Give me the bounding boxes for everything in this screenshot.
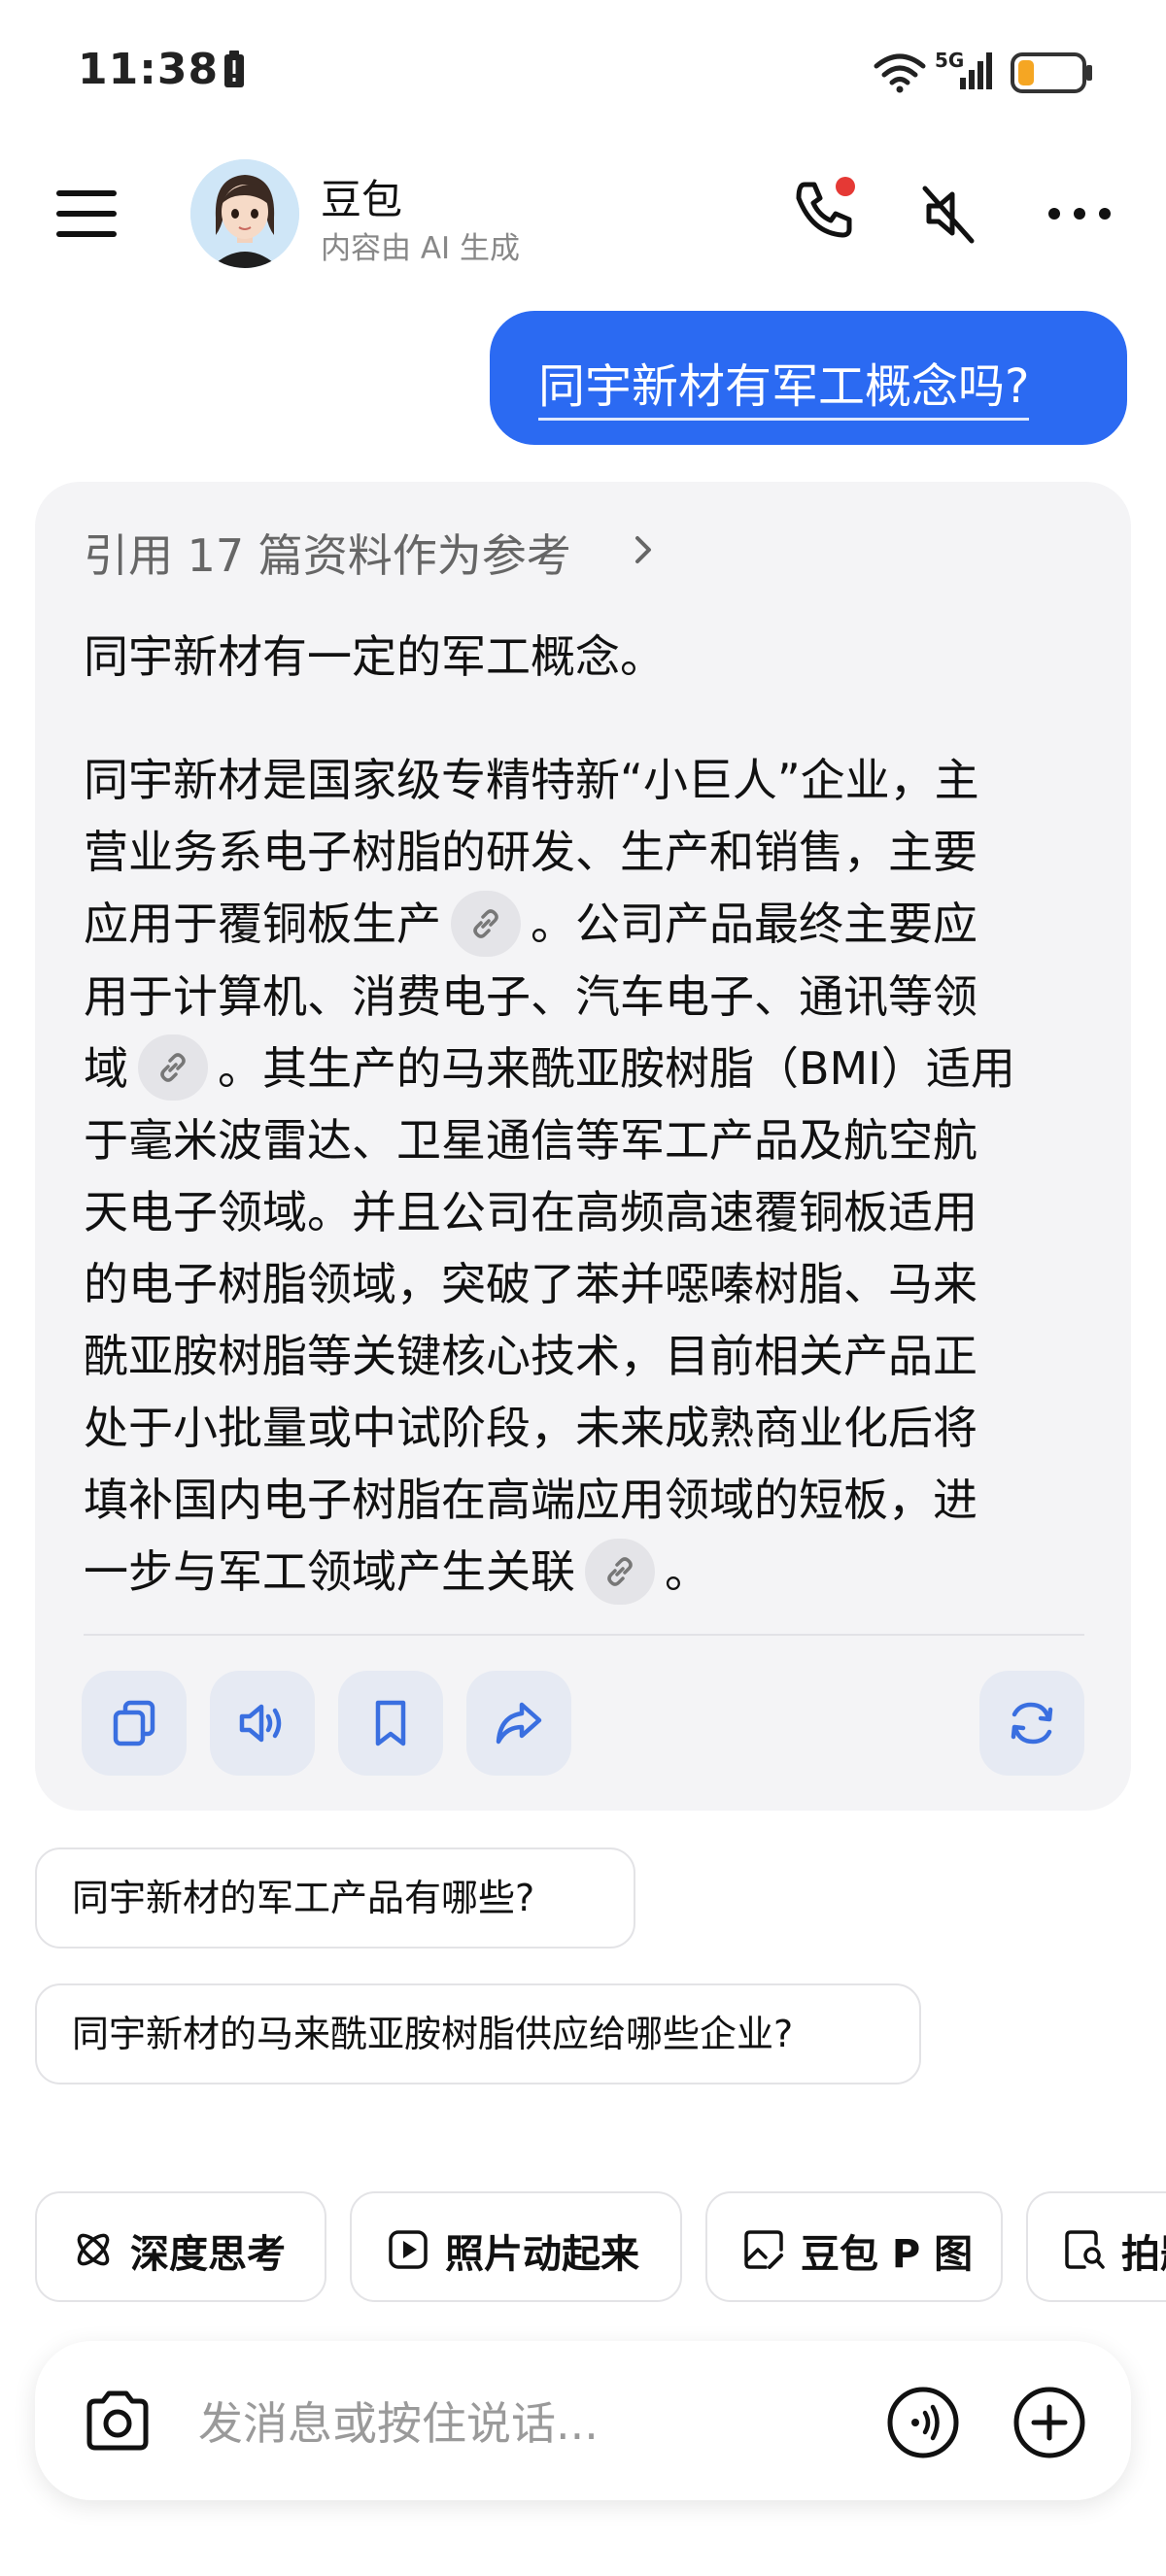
camera-button[interactable] (82, 2388, 154, 2456)
share-button[interactable] (466, 1671, 571, 1776)
refresh-icon (1011, 1702, 1053, 1745)
avatar[interactable] (190, 159, 299, 268)
suggestion-chip[interactable]: 同宇新材的军工产品有哪些? (35, 1847, 635, 1949)
answer-line: 一步与军工领域产生关联。 (84, 1536, 1094, 1609)
answer-divider (84, 1634, 1084, 1636)
image-edit-icon (744, 2230, 783, 2269)
add-attachment-button[interactable] (1012, 2386, 1086, 2459)
speaker-muted-icon (922, 186, 975, 244)
speaker-icon (239, 1704, 282, 1743)
status-time: 11:38 (78, 45, 220, 94)
answer-line: 处于小批量或中试阶段，未来成熟商业化后将 (84, 1402, 977, 1454)
references-link[interactable]: 引用 17 篇资料作为参考 (84, 521, 571, 585)
link-icon (160, 1053, 186, 1082)
answer-line: 用于计算机、消费电子、汽车电子、通讯等领 (84, 969, 977, 1023)
tool-label: 深度思考 (130, 2232, 286, 2277)
mute-button[interactable] (913, 179, 983, 249)
tool-animate-photo[interactable]: 照片动起来 (350, 2191, 682, 2302)
share-icon (496, 1702, 542, 1745)
answer-line: 应用于覆铜板生产 。公司产品最终主要应 (84, 888, 1094, 961)
copy-icon (113, 1700, 155, 1746)
tool-deep-think[interactable]: 深度思考 (35, 2191, 326, 2302)
tool-photo-question[interactable]: 拍题答疑 (1026, 2191, 1166, 2302)
voice-wave-icon (887, 2387, 959, 2458)
answer-line: 天电子领域。并且公司在高频高速覆铜板适用 (84, 1186, 977, 1238)
wifi-icon (874, 53, 926, 93)
answer-line: 于毫米波雷达、卫星通信等军工产品及航空航 (84, 1114, 977, 1167)
tool-label: 照片动起来 (445, 2232, 639, 2277)
message-input[interactable] (198, 2390, 859, 2457)
signal-icon (960, 52, 992, 89)
source-link-button[interactable] (138, 1034, 208, 1101)
voice-call-button[interactable] (886, 2386, 960, 2459)
phone-call-button[interactable] (789, 175, 859, 245)
link-icon (473, 908, 498, 938)
call-notification-dot (836, 177, 855, 196)
copy-button[interactable] (82, 1671, 187, 1776)
battery-icon (1011, 52, 1092, 93)
answer-line: 的电子树脂领域，突破了苯并噁嗪树脂、马来 (84, 1258, 977, 1310)
play-square-icon (389, 2230, 428, 2269)
answer-line: 填补国内电子树脂在高端应用领域的短板，进 (84, 1474, 977, 1526)
answer-line: 酰亚胺树脂等关键核心技术，目前相关产品正 (84, 1330, 977, 1382)
camera-icon (86, 2390, 149, 2451)
answer-lead: 同宇新材有一定的军工概念。 (84, 630, 665, 683)
bookmark-icon (375, 1700, 406, 1746)
bot-name: 豆包 (321, 176, 403, 223)
bot-subtitle: 内容由 AI 生成 (321, 231, 521, 266)
answer-line: 域。其生产的马来酰亚胺树脂（BMI）适用 (84, 1033, 1094, 1105)
bookmark-button[interactable] (338, 1671, 443, 1776)
tool-photo-edit[interactable]: 豆包 P 图 (705, 2191, 1003, 2302)
answer-line: 营业务系电子树脂的研发、生产和销售，主要 (84, 826, 977, 878)
answer-body: 同宇新材是国家级专精特新“小巨人”企业，主 营业务系电子树脂的研发、生产和销售，… (84, 744, 1094, 1609)
menu-icon[interactable] (56, 190, 117, 237)
chevron-right-icon (635, 536, 651, 563)
suggestion-chip[interactable]: 同宇新材的马来酰亚胺树脂供应给哪些企业? (35, 1983, 921, 2085)
source-link-button[interactable] (451, 890, 521, 957)
plus-icon (1013, 2387, 1085, 2458)
regenerate-button[interactable] (979, 1671, 1084, 1776)
tool-label: 拍题答疑 (1121, 2232, 1166, 2277)
more-dots-icon (1048, 208, 1111, 220)
tool-label: 豆包 P 图 (801, 2232, 974, 2277)
read-aloud-button[interactable] (210, 1671, 315, 1776)
atom-icon (77, 2233, 110, 2266)
link-icon (607, 1556, 633, 1586)
doc-search-icon (1065, 2230, 1105, 2269)
source-link-button[interactable] (585, 1538, 655, 1605)
more-options-button[interactable] (1045, 194, 1115, 233)
answer-line: 同宇新材是国家级专精特新“小巨人”企业，主 (84, 754, 979, 806)
battery-alert-icon (224, 51, 244, 87)
user-message-text: 同宇新材有军工概念吗? (538, 348, 1030, 421)
